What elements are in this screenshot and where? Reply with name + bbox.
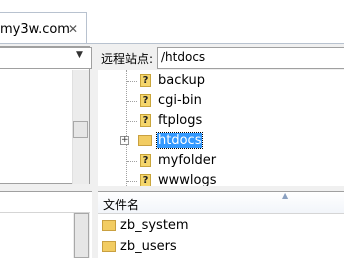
tree-item-label[interactable]: myfolder: [158, 153, 216, 168]
tree-item-backup[interactable]: ? backup: [98, 71, 344, 91]
folder-icon: [138, 135, 152, 146]
tree-item-label[interactable]: ftplogs: [158, 113, 202, 128]
column-header-label[interactable]: 文件名: [103, 196, 139, 213]
chevron-down-icon[interactable]: ▼: [76, 50, 83, 60]
tree-item-htdocs[interactable]: + htdocs: [98, 131, 344, 151]
tab-title[interactable]: my3w.com: [0, 22, 70, 37]
remote-tree[interactable]: ? backup ? cgi-bin ? ftplogs + htdocs ? …: [98, 70, 344, 188]
file-name[interactable]: zb_system: [120, 218, 189, 233]
question-folder-icon: ?: [140, 114, 151, 127]
file-name[interactable]: zb_users: [120, 239, 177, 254]
local-list-scrollbar-thumb[interactable]: [74, 213, 89, 258]
question-folder-icon: ?: [140, 94, 151, 107]
remote-site-path[interactable]: /htdocs: [161, 50, 205, 64]
tree-connector: [127, 121, 137, 122]
sort-ascending-icon: ▲: [282, 191, 289, 200]
tree-item-cgi-bin[interactable]: ? cgi-bin: [98, 91, 344, 111]
tab-divider: [0, 43, 344, 44]
tree-item-myfolder[interactable]: ? myfolder: [98, 151, 344, 171]
list-item[interactable]: zb_users: [98, 237, 344, 257]
list-item[interactable]: zb_system: [98, 216, 344, 236]
tree-connector: [127, 161, 137, 162]
tree-item-label[interactable]: backup: [158, 73, 205, 88]
tree-item-label[interactable]: cgi-bin: [158, 93, 202, 108]
expand-icon[interactable]: +: [120, 136, 129, 145]
tree-item-ftplogs[interactable]: ? ftplogs: [98, 111, 344, 131]
question-folder-icon: ?: [140, 154, 151, 167]
tree-connector: [127, 81, 137, 82]
remote-site-label: 远程站点:: [101, 52, 154, 66]
question-folder-icon: ?: [140, 74, 151, 87]
folder-icon: [102, 220, 116, 231]
local-list-header[interactable]: [0, 192, 90, 213]
tree-connector: [127, 181, 137, 182]
folder-icon: [102, 241, 116, 252]
close-icon[interactable]: ✕: [68, 22, 78, 36]
local-tree-scrollbar-thumb[interactable]: [73, 121, 88, 138]
tree-item-label-selected[interactable]: htdocs: [155, 132, 204, 149]
tree-connector: [127, 101, 137, 102]
